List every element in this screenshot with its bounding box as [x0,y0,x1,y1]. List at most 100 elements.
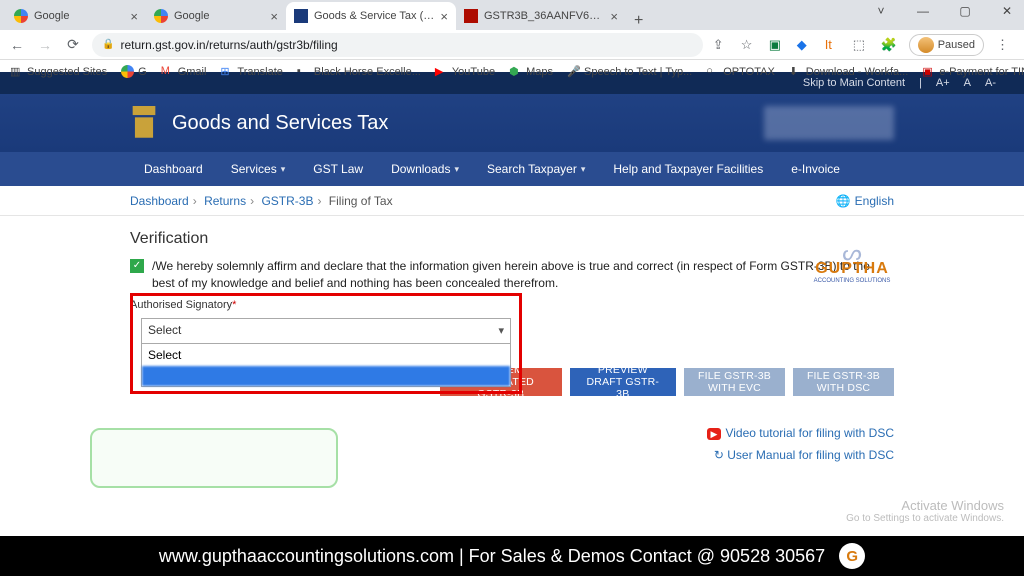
skip-link[interactable]: Skip to Main Content [803,77,905,89]
user-info-redacted [764,106,894,140]
font-default[interactable]: A [964,77,971,89]
footer-banner: www.gupthaaccountingsolutions.com | For … [0,536,1024,576]
browser-tab-active[interactable]: Goods & Service Tax (GST) | Use... × [286,2,456,30]
verification-heading: Verification [130,230,894,248]
bookmark-item[interactable]: ▥Suggested Sites [10,65,107,78]
close-icon[interactable]: × [610,9,618,24]
video-tutorial-link[interactable]: Video tutorial for filing with DSC [725,426,894,440]
tab-strip: Google × Google × Goods & Service Tax (G… [0,0,1024,30]
forward-button[interactable]: → [36,36,54,54]
nav-gstlaw[interactable]: GST Law [299,152,377,186]
lock-icon: 🔒 [102,39,114,50]
user-manual-link[interactable]: User Manual for filing with DSC [727,448,894,462]
gmail-icon: M [161,65,174,78]
back-button[interactable]: ← [8,36,26,54]
preview-draft-button[interactable]: PREVIEW DRAFT GSTR-3B [570,368,677,396]
close-window-button[interactable]: ✕ [994,4,1020,18]
nav-search-taxpayer[interactable]: Search Taxpayer [473,152,599,186]
declaration-row: ✓ /We hereby solemnly affirm and declare… [130,258,894,293]
menu-icon[interactable]: ⋮ [996,37,1012,53]
activate-windows-watermark: Activate Windows Go to Settings to activ… [846,498,1004,524]
bookmark-item[interactable]: G [121,65,147,78]
nav-downloads[interactable]: Downloads [377,152,473,186]
browser-tab[interactable]: Google × [6,2,146,30]
close-icon[interactable]: × [130,9,138,24]
nav-help[interactable]: Help and Taxpayer Facilities [599,152,777,186]
bookmark-item[interactable]: ⬢Maps [509,65,553,78]
window-controls: ˅ — ▢ ✕ [868,4,1020,18]
file-dsc-button[interactable]: FILE GSTR-3B WITH DSC [793,368,894,396]
bookmark-item[interactable]: ○OPTOTAX [706,65,775,78]
site-title: Goods and Services Tax [172,112,388,135]
tab-title: Google [174,10,264,22]
crumb-returns[interactable]: Returns [204,194,246,208]
select-value: Select [148,323,181,337]
banner-text: www.gupthaaccountingsolutions.com | For … [159,546,825,567]
bookmark-item[interactable]: ▶YouTube [435,65,495,78]
browser-tab[interactable]: Google × [146,2,286,30]
guptha-sub: ACCOUNTING SOLUTIONS [812,278,892,284]
maps-icon: ⬢ [509,65,522,78]
share-icon[interactable]: ⇪ [713,37,729,53]
dropdown-option-selected[interactable] [142,366,510,386]
language-selector[interactable]: 🌐 English [836,194,894,208]
profile-paused[interactable]: Paused [909,34,984,56]
puzzle-icon[interactable]: 🧩 [881,37,897,53]
address-bar[interactable]: 🔒 return.gst.gov.in/returns/auth/gstr3b/… [92,33,703,57]
paused-label: Paused [938,39,975,51]
breadcrumb-row: Dashboard› Returns› GSTR-3B› Filing of T… [0,186,1024,216]
declaration-text: /We hereby solemnly affirm and declare t… [152,258,894,293]
guptha-logo-icon: G [839,543,865,569]
nav-dashboard[interactable]: Dashboard [130,152,217,186]
gst-favicon [294,9,308,23]
site-icon: ▪ [297,65,310,78]
new-tab-button[interactable]: + [626,12,651,30]
extension-icon[interactable]: It [825,37,841,53]
globe-icon: 🌐 [836,194,851,208]
translate-icon: ⊞ [220,65,233,78]
language-label: English [855,194,894,208]
minimize-button[interactable]: — [910,4,936,18]
bookmark-item[interactable]: 🎤Speech to Text | Typ... [567,65,692,78]
font-increase[interactable]: A+ [936,77,950,89]
extension-icon[interactable]: ◆ [797,37,813,53]
chevron-down-icon[interactable]: ˅ [868,4,894,18]
divider: | [919,77,922,89]
actwin-title: Activate Windows [846,498,1004,513]
google-favicon [154,9,168,23]
guptha-name: GUPTHA [812,260,892,278]
browser-toolbar: ← → ⟳ 🔒 return.gst.gov.in/returns/auth/g… [0,30,1024,60]
signatory-select[interactable]: Select ▾ [141,318,511,344]
swirl-icon: ᔕ [812,246,892,260]
google-icon [121,65,134,78]
maximize-button[interactable]: ▢ [952,4,978,18]
reload-button[interactable]: ⟳ [64,36,82,54]
folder-icon: ▥ [10,65,23,78]
bookmark-item[interactable]: ▪Black Horse Excelle... [297,65,421,78]
avatar-icon [918,37,934,53]
main-nav: Dashboard Services GST Law Downloads Sea… [0,152,1024,186]
file-evc-button[interactable]: FILE GSTR-3B WITH EVC [684,368,785,396]
close-icon[interactable]: × [270,9,278,24]
highlighted-region: Select ▾ Select [130,293,522,394]
nav-services[interactable]: Services [217,152,300,186]
nav-einvoice[interactable]: e-Invoice [777,152,854,186]
refresh-icon: ↻ [714,448,724,462]
browser-tab[interactable]: GSTR3B_36AANFV6791N2Z1_12... × [456,2,626,30]
toolbar-icons: ⇪ ☆ ▣ ◆ It ⬚ 🧩 Paused ⋮ [713,34,1016,56]
close-icon[interactable]: × [440,9,448,24]
crumb-dashboard[interactable]: Dashboard [130,194,189,208]
bookmark-item[interactable]: MGmail [161,65,207,78]
dropdown-option[interactable]: Select [142,344,510,366]
site-icon: ○ [706,65,719,78]
notification-placeholder [90,428,338,488]
star-icon[interactable]: ☆ [741,37,757,53]
extension-icon[interactable]: ▣ [769,37,785,53]
font-decrease[interactable]: A- [985,77,996,89]
browser-chrome: Google × Google × Goods & Service Tax (G… [0,0,1024,72]
declaration-checkbox[interactable]: ✓ [130,259,144,273]
bookmark-item[interactable]: ⊞Translate [220,65,282,78]
extension-icon[interactable]: ⬚ [853,37,869,53]
actwin-sub: Go to Settings to activate Windows. [846,513,1004,524]
crumb-gstr3b[interactable]: GSTR-3B [261,194,313,208]
